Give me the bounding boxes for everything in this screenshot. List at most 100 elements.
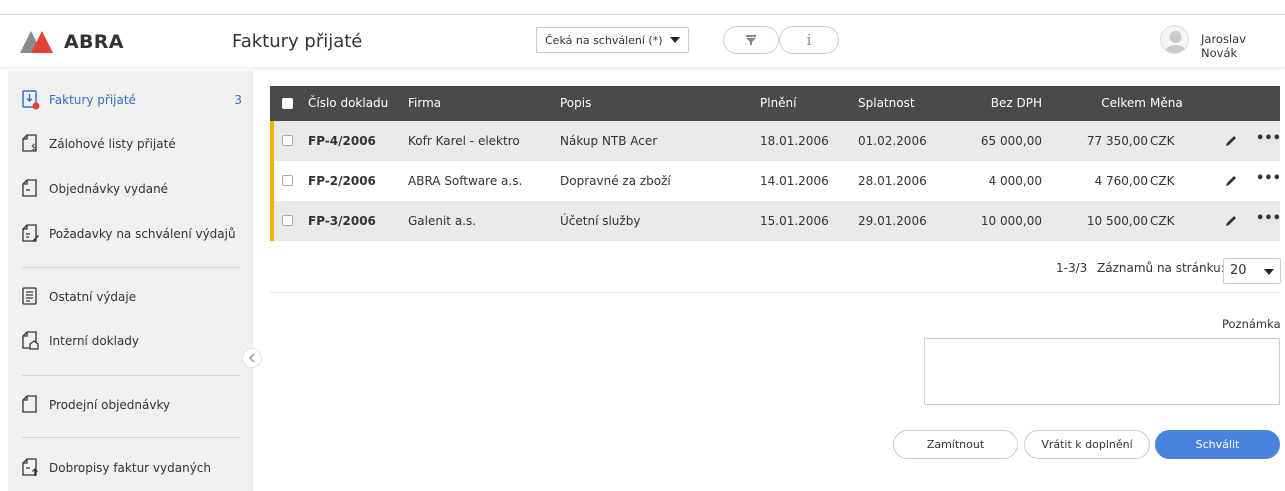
net-amount: 10 000,00 — [980, 214, 1042, 228]
sidebar-item-pozadavky[interactable]: Požadavky na schválení výdajů — [22, 224, 242, 244]
table-row[interactable]: FP-3/2006 Galenit a.s. Účetní služby 15.… — [270, 201, 1281, 241]
sidebar-item-label: Dobropisy faktur vydaných — [49, 461, 211, 475]
note-textarea[interactable] — [924, 338, 1280, 405]
document-number: FP-4/2006 — [308, 134, 376, 148]
sidebar-item-prodejni-objednavky[interactable]: Prodejní objednávky — [22, 395, 242, 415]
order-issued-icon — [22, 179, 37, 197]
sidebar-item-label: Požadavky na schválení výdajů — [49, 227, 236, 241]
due-date: 29.01.2006 — [858, 214, 927, 228]
sidebar-item-dobropisy[interactable]: Dobropisy faktur vydaných — [22, 458, 242, 478]
sidebar-item-zalohove-listy[interactable]: $ Zálohové listy přijaté — [22, 134, 242, 154]
sidebar-item-faktury-prijate[interactable]: Faktury přijaté 3 — [22, 90, 242, 110]
invoice-received-icon — [22, 90, 40, 110]
edit-icon[interactable] — [1224, 134, 1238, 148]
sidebar-divider — [22, 267, 241, 268]
document-number: FP-3/2006 — [308, 214, 376, 228]
sidebar-item-label: Prodejní objednávky — [49, 398, 171, 412]
chevron-left-icon — [248, 353, 255, 363]
net-amount: 4 000,00 — [988, 174, 1042, 188]
column-header[interactable]: Bez DPH — [970, 96, 1042, 110]
sidebar-item-label: Objednávky vydané — [49, 182, 169, 196]
page-title: Faktury přijaté — [232, 31, 363, 52]
svg-text:$: $ — [31, 143, 37, 153]
info-button[interactable]: i — [779, 26, 839, 54]
reject-button[interactable]: Zamítnout — [893, 430, 1018, 459]
currency: CZK — [1150, 174, 1175, 188]
company: Galenit a.s. — [408, 214, 477, 228]
fulfillment-date: 15.01.2006 — [760, 214, 829, 228]
table-row[interactable]: FP-4/2006 Kofr Karel - elektro Nákup NTB… — [270, 121, 1281, 161]
fulfillment-date: 14.01.2006 — [760, 174, 829, 188]
column-header[interactable]: Splatnost — [858, 96, 915, 110]
status-filter-select[interactable]: Čeká na schválení (*) — [536, 27, 689, 53]
sidebar-item-label: Zálohové listy přijaté — [49, 137, 176, 151]
table-row[interactable]: FP-2/2006 ABRA Software a.s. Dopravné za… — [270, 161, 1281, 201]
app-header: ABRA Faktury přijaté Čeká na schválení (… — [0, 15, 1285, 67]
user-icon — [1164, 31, 1187, 53]
column-header[interactable]: Firma — [408, 96, 441, 110]
chevron-down-icon — [1264, 269, 1274, 275]
description: Dopravné za zboží — [560, 174, 671, 188]
per-page-select[interactable]: 20 — [1223, 258, 1281, 284]
column-header[interactable]: Měna — [1150, 96, 1183, 110]
sidebar-item-ostatni-vydaje[interactable]: Ostatní výdaje — [22, 287, 242, 307]
column-header[interactable]: Celkem — [1070, 96, 1146, 110]
total-amount: 4 760,00 — [1094, 174, 1148, 188]
currency: CZK — [1150, 134, 1175, 148]
fulfillment-date: 18.01.2006 — [760, 134, 829, 148]
internal-document-icon — [22, 331, 39, 350]
column-header[interactable]: Plnění — [760, 96, 797, 110]
column-header[interactable]: Číslo dokladu — [308, 96, 388, 110]
invoices-table: Číslo dokladu Firma Popis Plnění Splatno… — [270, 86, 1281, 241]
return-button[interactable]: Vrátit k doplnění — [1024, 430, 1150, 459]
document-number: FP-2/2006 — [308, 174, 376, 188]
select-all-checkbox[interactable] — [282, 98, 293, 109]
advance-invoice-icon: $ — [22, 134, 37, 153]
divider — [270, 292, 1280, 293]
sidebar-collapse-button[interactable] — [242, 348, 262, 368]
credit-note-icon — [22, 458, 38, 476]
sidebar-item-label: Ostatní výdaje — [49, 290, 137, 304]
user-name[interactable]: Jaroslav Novák — [1201, 32, 1285, 60]
edit-icon[interactable] — [1224, 174, 1238, 188]
total-amount: 77 350,00 — [1086, 134, 1148, 148]
filter-button[interactable] — [723, 26, 779, 54]
sidebar-divider — [22, 437, 241, 438]
chevron-down-icon — [670, 37, 680, 43]
table-header: Číslo dokladu Firma Popis Plnění Splatno… — [270, 86, 1280, 121]
row-checkbox[interactable] — [282, 175, 293, 186]
pager-range: 1-3/3 — [1056, 261, 1088, 275]
row-checkbox[interactable] — [282, 215, 293, 226]
expense-approval-icon — [22, 224, 39, 242]
sales-order-icon — [22, 395, 37, 413]
sidebar-item-interni-doklady[interactable]: Interní doklady — [22, 331, 242, 351]
description: Nákup NTB Acer — [560, 134, 658, 148]
row-checkbox[interactable] — [282, 135, 293, 146]
approve-button[interactable]: Schválit — [1155, 430, 1280, 459]
due-date: 28.01.2006 — [858, 174, 927, 188]
note-label: Poznámka — [1222, 317, 1281, 331]
more-options-icon[interactable]: ••• — [1256, 211, 1281, 226]
sidebar-item-count: 3 — [234, 93, 242, 107]
abra-logo[interactable]: ABRA — [20, 30, 130, 54]
more-options-icon[interactable]: ••• — [1256, 171, 1281, 186]
avatar[interactable] — [1160, 25, 1189, 54]
sidebar-item-label: Interní doklady — [49, 334, 140, 348]
sidebar: Faktury přijaté 3 $ Zálohové listy přija… — [8, 71, 253, 491]
currency: CZK — [1150, 214, 1175, 228]
company: Kofr Karel - elektro — [408, 134, 520, 148]
per-page-value: 20 — [1230, 263, 1247, 278]
column-header[interactable]: Popis — [560, 96, 591, 110]
per-page-label: Záznamů na stránku: — [1097, 261, 1225, 275]
net-amount: 65 000,00 — [980, 134, 1042, 148]
sidebar-item-label: Faktury přijaté — [49, 93, 136, 107]
sidebar-item-objednavky-vydane[interactable]: Objednávky vydané — [22, 179, 242, 199]
total-amount: 10 500,00 — [1086, 214, 1148, 228]
more-options-icon[interactable]: ••• — [1256, 131, 1281, 146]
company: ABRA Software a.s. — [408, 174, 523, 188]
other-expenses-icon — [22, 287, 37, 305]
edit-icon[interactable] — [1224, 214, 1238, 228]
abra-logo-mark — [20, 31, 53, 53]
sidebar-divider — [22, 375, 241, 376]
abra-logo-text: ABRA — [64, 31, 124, 53]
